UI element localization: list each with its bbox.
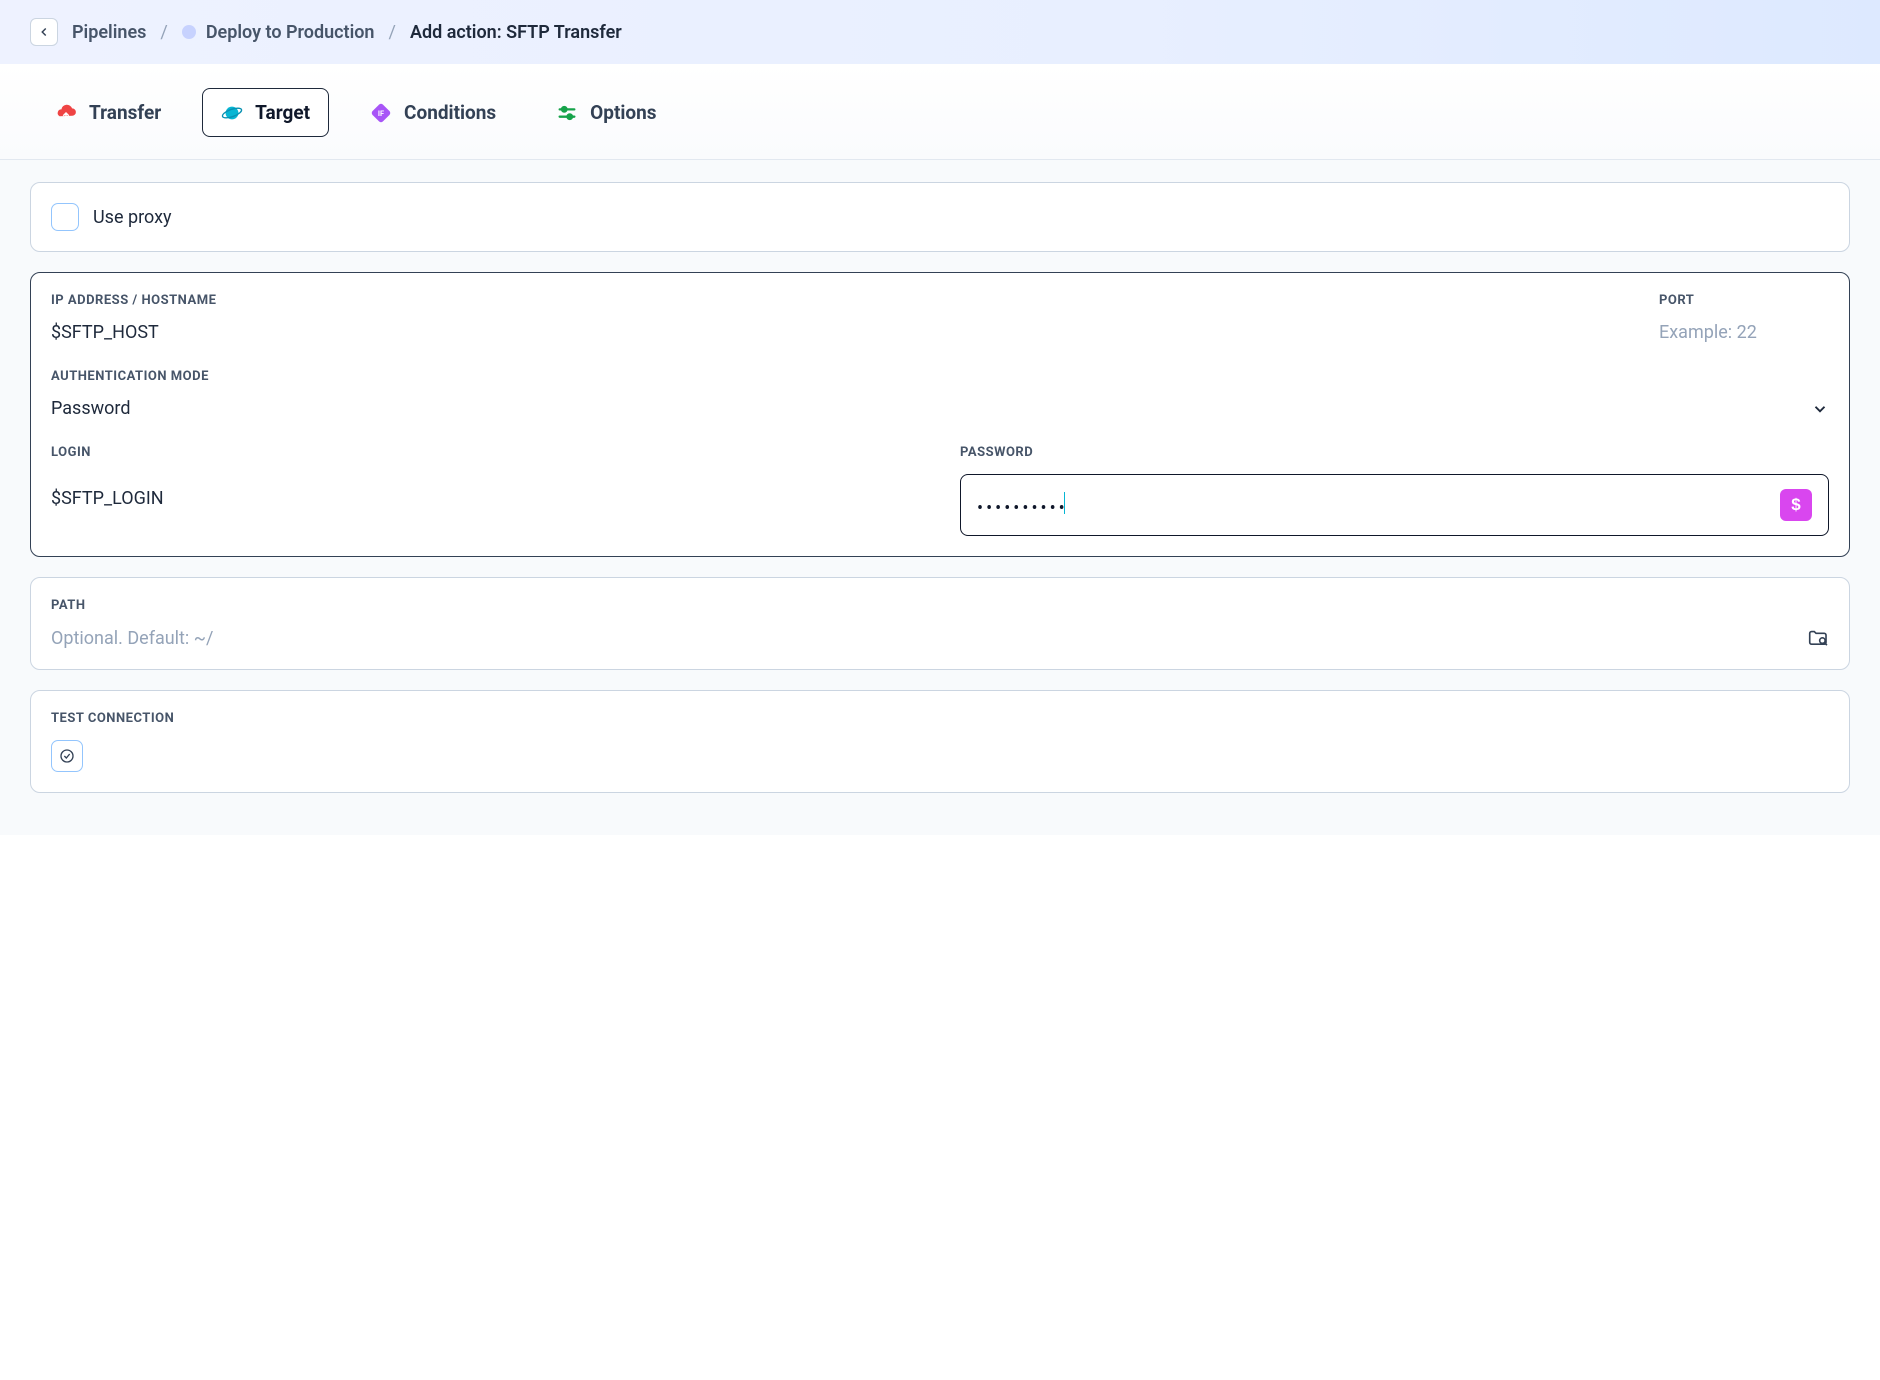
tab-transfer-label: Transfer <box>89 101 161 124</box>
tabs: Transfer Target IF Conditions Options <box>0 64 1880 160</box>
auth-select[interactable]: Password <box>51 398 1829 419</box>
chevron-down-icon <box>1811 400 1829 418</box>
auth-value: Password <box>51 398 131 419</box>
port-field: PORT <box>1659 293 1829 369</box>
back-button[interactable] <box>30 18 58 46</box>
planet-icon <box>221 102 243 124</box>
breadcrumb-header: Pipelines / Deploy to Production / Add a… <box>0 0 1880 64</box>
host-field: IP ADDRESS / HOSTNAME <box>51 293 1619 343</box>
breadcrumb: Pipelines / Deploy to Production / Add a… <box>72 22 622 43</box>
insert-variable-button[interactable]: $ <box>1780 489 1812 521</box>
login-field: LOGIN <box>51 445 920 536</box>
upload-cloud-icon <box>55 102 77 124</box>
tab-conditions-label: Conditions <box>404 101 496 124</box>
login-input[interactable] <box>51 474 920 523</box>
tab-transfer[interactable]: Transfer <box>36 88 180 137</box>
path-input[interactable] <box>51 628 1807 649</box>
chevron-left-icon <box>37 25 51 39</box>
path-label: PATH <box>51 598 1829 613</box>
breadcrumb-root[interactable]: Pipelines <box>72 22 146 43</box>
breadcrumb-separator: / <box>160 22 167 43</box>
test-connection-button[interactable] <box>51 740 83 772</box>
proxy-checkbox[interactable] <box>51 203 79 231</box>
connection-card: IP ADDRESS / HOSTNAME PORT AUTHENTICATIO… <box>30 272 1850 557</box>
path-card: PATH <box>30 577 1850 670</box>
password-field: PASSWORD •••••••••• $ <box>960 445 1829 536</box>
condition-icon: IF <box>370 102 392 124</box>
breadcrumb-separator: / <box>389 22 396 43</box>
port-label: PORT <box>1659 293 1829 308</box>
tab-conditions[interactable]: IF Conditions <box>351 88 515 137</box>
host-label: IP ADDRESS / HOSTNAME <box>51 293 1619 308</box>
tab-target-label: Target <box>255 101 310 124</box>
svg-text:IF: IF <box>378 108 384 117</box>
sliders-icon <box>556 102 578 124</box>
pipeline-status-icon <box>182 25 196 39</box>
tab-target[interactable]: Target <box>202 88 329 137</box>
breadcrumb-pipeline[interactable]: Deploy to Production <box>182 22 375 43</box>
check-circle-icon <box>59 748 75 764</box>
auth-field: AUTHENTICATION MODE Password <box>51 369 1829 419</box>
proxy-row: Use proxy <box>51 203 1829 231</box>
content: Use proxy IP ADDRESS / HOSTNAME PORT AUT… <box>0 160 1880 835</box>
password-label: PASSWORD <box>960 445 1829 460</box>
password-input[interactable]: •••••••••• <box>977 492 1770 519</box>
host-input[interactable] <box>51 322 1619 343</box>
tab-options[interactable]: Options <box>537 88 675 137</box>
port-input[interactable] <box>1659 322 1829 343</box>
login-label: LOGIN <box>51 445 920 460</box>
path-field: PATH <box>51 598 1829 649</box>
proxy-label: Use proxy <box>93 207 172 228</box>
auth-label: AUTHENTICATION MODE <box>51 369 1829 384</box>
tab-options-label: Options <box>590 101 656 124</box>
browse-folder-icon[interactable] <box>1807 627 1829 649</box>
test-card: TEST CONNECTION <box>30 690 1850 793</box>
breadcrumb-current: Add action: SFTP Transfer <box>410 22 622 43</box>
test-label: TEST CONNECTION <box>51 711 1829 726</box>
text-cursor <box>1064 492 1065 514</box>
proxy-card: Use proxy <box>30 182 1850 252</box>
password-input-wrapper: •••••••••• $ <box>960 474 1829 536</box>
breadcrumb-pipeline-label: Deploy to Production <box>206 22 375 43</box>
